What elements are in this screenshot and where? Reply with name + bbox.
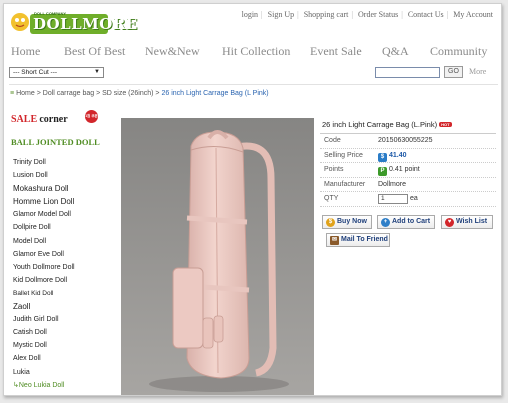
cart-icon: + xyxy=(381,218,390,227)
manufacturer-label: Manufacturer xyxy=(324,180,366,188)
category-title: BALL JOINTED DOLL xyxy=(11,137,100,147)
dropdown-arrow-icon: ▼ xyxy=(94,69,100,75)
dollmore-logo[interactable]: DOLL COMPANY DOLLMORE xyxy=(10,8,137,36)
nav-event-sale[interactable]: Event Sale xyxy=(310,44,362,59)
qty-unit: ea xyxy=(409,195,418,202)
nav-best-of-best[interactable]: Best Of Best xyxy=(64,44,125,59)
sidebar-item-trinity-doll[interactable]: Trinity Doll xyxy=(13,156,113,169)
shortcut-select[interactable]: --- Short Cut --- ▼ xyxy=(9,67,104,78)
corner-label: corner xyxy=(39,114,68,125)
nav-community[interactable]: Community xyxy=(430,44,487,59)
sidebar-item-kid-dollmore-doll[interactable]: Kid Dollmore Doll xyxy=(13,274,113,287)
info-row-qty: QTY 1 ea xyxy=(320,192,496,207)
sidebar-item-judith-girl-doll[interactable]: Judith Girl Doll xyxy=(13,313,113,326)
manufacturer-value: Dollmore xyxy=(378,180,407,188)
add-to-cart-button[interactable]: + Add to Cart xyxy=(377,215,435,229)
points-label: Points xyxy=(324,166,344,173)
product-image[interactable] xyxy=(121,118,314,395)
add-to-cart-label: Add to Cart xyxy=(392,218,431,225)
quantity-input[interactable]: 1 xyxy=(378,194,408,204)
go-button[interactable]: GO xyxy=(444,66,463,78)
sidebar-item-catish-doll[interactable]: Catish Doll xyxy=(13,326,113,339)
breadcrumb-current[interactable]: 26 inch Light Carrage Bag (L Pink) xyxy=(161,90,268,97)
more-link[interactable]: More xyxy=(469,67,486,76)
shopping-cart-link[interactable]: Shopping cart xyxy=(304,10,349,19)
sidebar-item-homme-lion-doll[interactable]: Homme Lion Doll xyxy=(13,195,113,208)
price-value: 41.40 xyxy=(389,151,407,159)
sale-label: SALE xyxy=(11,114,38,125)
breadcrumb-bullet-icon: ≡ xyxy=(10,90,15,97)
category-list: Trinity Doll Lusion Doll Mokashura Doll … xyxy=(13,156,113,392)
info-row-code: Code 20150630055225 xyxy=(320,134,496,149)
heart-icon: ♥ xyxy=(445,218,454,227)
sidebar-item-lukia[interactable]: Lukia xyxy=(13,366,113,379)
buy-now-label: Buy Now xyxy=(337,218,367,225)
top-links: login | Sign Up | Shopping cart | Order Sta… xyxy=(241,10,493,19)
nav-new-and-new[interactable]: New&New xyxy=(145,44,200,59)
sidebar-item-glamor-eve-doll[interactable]: Glamor Eve Doll xyxy=(13,248,113,261)
nav-qa[interactable]: Q&A xyxy=(382,44,409,59)
wish-list-button[interactable]: ♥ Wish List xyxy=(441,215,493,229)
my-account-link[interactable]: My Account xyxy=(453,10,493,19)
mail-icon: ✉ xyxy=(330,236,339,245)
header-divider xyxy=(9,84,498,85)
qty-label: QTY xyxy=(324,195,339,202)
dollar-circle-icon: $ xyxy=(326,218,335,227)
login-link[interactable]: login xyxy=(242,10,258,19)
info-row-points: Points P 0.41 point xyxy=(320,163,496,178)
pink-carrying-bag-image xyxy=(121,118,314,395)
breadcrumb-home[interactable]: Home xyxy=(16,90,35,97)
sidebar-item-ballet-kid-doll[interactable]: Ballet Kid Doll xyxy=(13,287,113,300)
order-status-link[interactable]: Order Status xyxy=(358,10,398,19)
info-row-price: Selling Price $41.40 xyxy=(320,149,496,163)
contact-us-link[interactable]: Contact Us xyxy=(408,10,444,19)
product-title-text: 26 inch Light Carrage Bag (L.Pink) xyxy=(322,120,438,129)
sidebar-item-mokashura-doll[interactable]: Mokashura Doll xyxy=(13,182,113,195)
sale-corner-banner[interactable]: SALE corner 1원 쿠폰 xyxy=(11,110,98,128)
breadcrumb-category[interactable]: Doll carrage bag xyxy=(43,90,94,97)
sidebar-item-mystic-doll[interactable]: Mystic Doll xyxy=(13,339,113,352)
info-row-manufacturer: Manufacturer Dollmore xyxy=(320,178,496,192)
sidebar-item-zaoll[interactable]: Zaoll xyxy=(13,300,113,313)
price-value-wrap: $41.40 xyxy=(378,149,407,163)
code-value: 20150630055225 xyxy=(378,137,433,144)
qty-wrap: 1 ea xyxy=(378,192,418,206)
wish-list-label: Wish List xyxy=(456,218,488,225)
dollar-icon: $ xyxy=(378,152,387,162)
nav-hit-collection[interactable]: Hit Collection xyxy=(222,44,290,59)
sidebar-item-alex-doll[interactable]: Alex Doll xyxy=(13,352,113,365)
logo-text: DOLLMORE xyxy=(33,15,138,33)
sidebar-item-youth-dollmore-doll[interactable]: Youth Dollmore Doll xyxy=(13,261,113,274)
points-value: 0.41 point xyxy=(389,166,420,173)
sidebar-item-dollpire-doll[interactable]: Dollpire Doll xyxy=(13,221,113,234)
points-icon: P xyxy=(378,167,387,176)
sidebar-item-model-doll[interactable]: Model Doll xyxy=(13,235,113,248)
browser-page: DOLL COMPANY DOLLMORE login | Sign Up | Sh… xyxy=(3,3,502,396)
sidebar-item-neo-lukia-doll[interactable]: Neo Lukia Doll xyxy=(13,379,113,392)
signup-link[interactable]: Sign Up xyxy=(268,10,294,19)
price-label: Selling Price xyxy=(324,151,363,159)
product-title: 26 inch Light Carrage Bag (L.Pink) HOT xyxy=(322,120,452,129)
points-value-wrap: P 0.41 point xyxy=(378,163,420,177)
buy-now-button[interactable]: $ Buy Now xyxy=(322,215,372,229)
mail-to-friend-button[interactable]: ✉ Mail To Friend xyxy=(326,233,390,247)
code-label: Code xyxy=(324,137,341,144)
breadcrumb-subcategory[interactable]: SD size (26inch) xyxy=(102,90,153,97)
sidebar-item-lusion-doll[interactable]: Lusion Doll xyxy=(13,169,113,182)
mail-to-friend-label: Mail To Friend xyxy=(341,236,388,243)
sidebar-item-glamor-model-doll[interactable]: Glamor Model Doll xyxy=(13,208,113,221)
nav-home[interactable]: Home xyxy=(11,44,40,59)
hot-badge: HOT xyxy=(439,122,452,127)
main-nav: Home Best Of Best New&New Hit Collection… xyxy=(4,44,501,60)
breadcrumb: ≡ Home > Doll carrage bag > SD size (26in… xyxy=(10,90,269,97)
shortcut-value: --- Short Cut --- xyxy=(13,69,58,76)
search-input[interactable] xyxy=(375,67,440,78)
product-info-table: Code 20150630055225 Selling Price $41.40… xyxy=(320,133,496,207)
coupon-badge: 1원 쿠폰 xyxy=(85,110,98,123)
